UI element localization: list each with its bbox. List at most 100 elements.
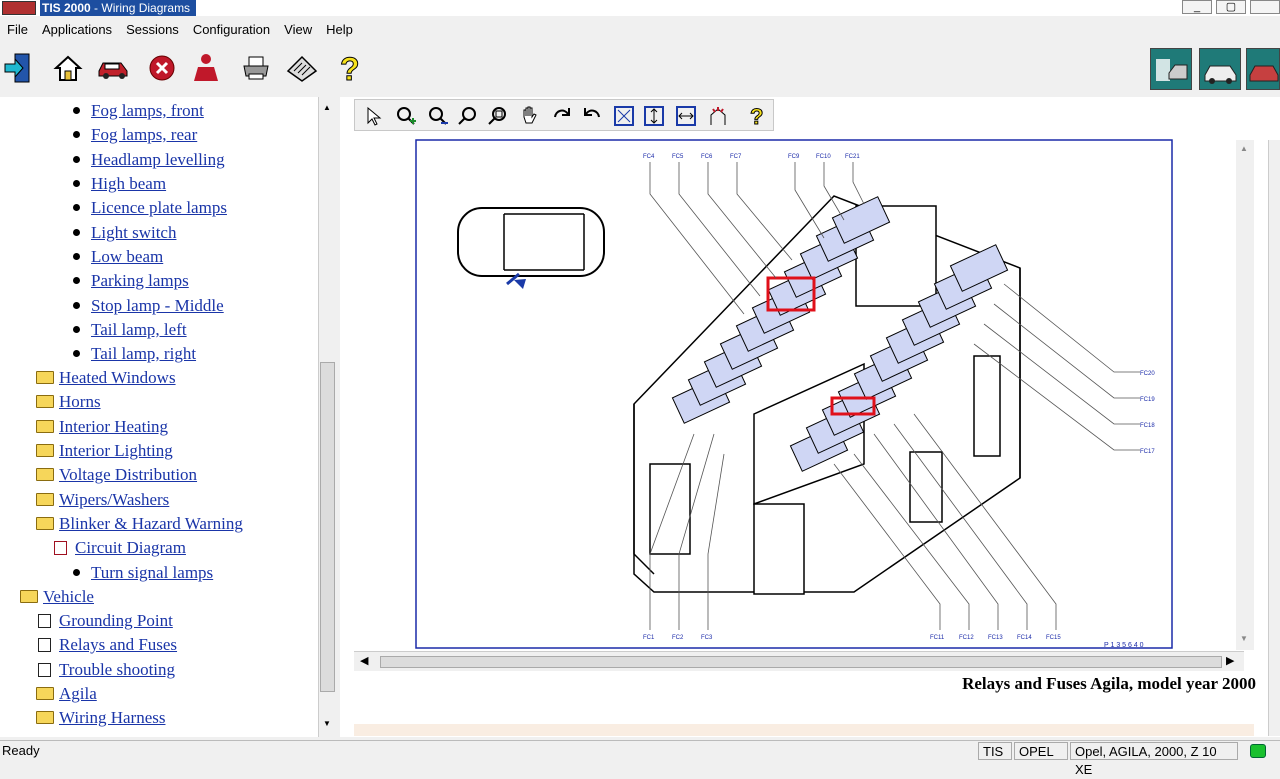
label-fc17: FC17 xyxy=(1140,449,1155,455)
scroll-down-arrow-icon[interactable]: ▼ xyxy=(1240,634,1248,643)
bullet-icon xyxy=(73,569,80,576)
fit-height-icon[interactable] xyxy=(641,103,667,129)
tree-item-turn-signal-lamps[interactable]: Turn signal lamps xyxy=(91,561,213,585)
tree-folder-wipers-washers[interactable]: Wipers/Washers xyxy=(59,488,169,512)
bullet-icon xyxy=(73,107,80,114)
scroll-down-arrow-icon[interactable]: ▼ xyxy=(323,719,331,728)
tree-item-licence-plate-lamps[interactable]: Licence plate lamps xyxy=(91,196,227,220)
bullet-icon xyxy=(73,156,80,163)
fit-width-icon[interactable] xyxy=(673,103,699,129)
fit-page-icon[interactable] xyxy=(611,103,637,129)
tree-item-tail-lamp-left[interactable]: Tail lamp, left xyxy=(91,318,187,342)
tree-item-headlamp-levelling[interactable]: Headlamp levelling xyxy=(91,148,225,172)
tree-scroll-thumb[interactable] xyxy=(320,362,335,692)
document-icon xyxy=(38,614,51,628)
folder-icon xyxy=(36,687,54,700)
vehicle-service-button[interactable] xyxy=(1246,48,1280,90)
svg-text:?: ? xyxy=(340,51,360,85)
diagram-toolbar: ? xyxy=(354,99,774,131)
app-logo-icon xyxy=(2,1,36,15)
tree-folder-vehicle[interactable]: Vehicle xyxy=(43,585,94,609)
tree-item-low-beam[interactable]: Low beam xyxy=(91,245,163,269)
pan-hand-icon[interactable] xyxy=(517,103,543,129)
print-icon[interactable] xyxy=(238,50,274,86)
menu-applications[interactable]: Applications xyxy=(35,22,119,37)
bullet-icon xyxy=(73,277,80,284)
bullet-icon xyxy=(73,350,80,357)
label-fc12: FC12 xyxy=(959,635,974,641)
scroll-right-arrow-icon[interactable]: ▶ xyxy=(1226,654,1234,667)
label-fc21: FC21 xyxy=(845,154,860,160)
menu-view[interactable]: View xyxy=(277,22,319,37)
menu-help[interactable]: Help xyxy=(319,22,360,37)
maximize-button[interactable]: ▢ xyxy=(1216,0,1246,14)
tree-folder-interior-heating[interactable]: Interior Heating xyxy=(59,415,168,439)
vehicle-config-button[interactable] xyxy=(1199,48,1241,90)
tree-folder-horns[interactable]: Horns xyxy=(59,390,101,414)
user-icon[interactable] xyxy=(188,50,224,86)
menu-sessions[interactable]: Sessions xyxy=(119,22,186,37)
quick-diagnose-button[interactable] xyxy=(1150,48,1192,90)
help-icon[interactable]: ? xyxy=(332,50,368,86)
tree-item-circuit-diagram[interactable]: Circuit Diagram xyxy=(75,536,186,560)
vehicle-icon[interactable] xyxy=(96,50,132,86)
tree-item-fog-lamps-front[interactable]: Fog lamps, front xyxy=(91,99,204,123)
scroll-up-arrow-icon[interactable]: ▲ xyxy=(323,103,331,112)
tree-folder-voltage-distribution[interactable]: Voltage Distribution xyxy=(59,463,197,487)
bullet-icon xyxy=(73,302,80,309)
diagram-hscrollbar[interactable]: ◀ ▶ xyxy=(354,651,1244,671)
title-bar: TIS 2000 - Wiring Diagrams _ ▢ xyxy=(0,0,1280,16)
stop-icon[interactable] xyxy=(144,50,180,86)
diagram-hscroll-thumb[interactable] xyxy=(380,656,1222,668)
minimize-button[interactable]: _ xyxy=(1182,0,1212,14)
tree-folder-interior-lighting[interactable]: Interior Lighting xyxy=(59,439,173,463)
diagram-help-icon[interactable]: ? xyxy=(743,103,769,129)
folder-icon xyxy=(36,420,54,433)
menu-configuration[interactable]: Configuration xyxy=(186,22,277,37)
label-fc15: FC15 xyxy=(1046,635,1061,641)
label-fc19: FC19 xyxy=(1140,397,1155,403)
zoom-in-icon[interactable] xyxy=(393,103,419,129)
notes-icon[interactable] xyxy=(284,50,320,86)
diagram-caption: Relays and Fuses Agila, model year 2000 xyxy=(962,674,1256,693)
tree-item-tail-lamp-right[interactable]: Tail lamp, right xyxy=(91,342,196,366)
zoom-out-icon[interactable] xyxy=(425,103,451,129)
exit-icon[interactable] xyxy=(2,50,38,86)
label-fc20: FC20 xyxy=(1140,371,1155,377)
tree-folder-heated-windows[interactable]: Heated Windows xyxy=(59,366,176,390)
tree-item-trouble-shooting[interactable]: Trouble shooting xyxy=(59,658,175,682)
page-vscrollbar[interactable] xyxy=(1268,140,1280,736)
zoom-icon[interactable] xyxy=(455,103,481,129)
tree-scrollbar[interactable]: ▲ ▼ xyxy=(318,97,336,737)
tree-item-relays-and-fuses[interactable]: Relays and Fuses xyxy=(59,633,177,657)
folder-open-icon xyxy=(36,517,54,530)
highlight-icon[interactable] xyxy=(705,103,731,129)
scroll-left-arrow-icon[interactable]: ◀ xyxy=(360,654,368,667)
zoom-window-icon[interactable] xyxy=(485,103,511,129)
car-location-icon xyxy=(457,207,605,289)
tree-folder-wiring-harness[interactable]: Wiring Harness xyxy=(59,706,165,730)
tree-item-grounding-point[interactable]: Grounding Point xyxy=(59,609,173,633)
label-fc4: FC4 xyxy=(643,154,655,160)
tree-item-stop-lamp-middle[interactable]: Stop lamp - Middle xyxy=(91,294,224,318)
status-ready: Ready xyxy=(2,743,40,758)
wiring-diagram-view[interactable]: FC4 FC5 FC6 FC7 FC9 FC10 FC21 FC20 FC19 … xyxy=(354,134,1254,650)
folder-icon xyxy=(36,395,54,408)
menu-file[interactable]: File xyxy=(0,22,35,37)
tree-item-high-beam[interactable]: High beam xyxy=(91,172,166,196)
info-strip xyxy=(354,724,1254,736)
folder-icon xyxy=(36,493,54,506)
rotate-ccw-icon[interactable] xyxy=(579,103,605,129)
tree-folder-blinker-hazard-warning[interactable]: Blinker & Hazard Warning xyxy=(59,512,243,536)
tree-folder-agila[interactable]: Agila xyxy=(59,682,97,706)
tree-item-parking-lamps[interactable]: Parking lamps xyxy=(91,269,189,293)
close-window-button[interactable] xyxy=(1250,0,1280,14)
diagram-ref-code: P 1 3 5 6 4 0 xyxy=(1104,642,1144,649)
diagram-vscrollbar[interactable]: ▲ ▼ xyxy=(1236,140,1254,650)
tree-item-fog-lamps-rear[interactable]: Fog lamps, rear xyxy=(91,123,197,147)
tree-item-light-switch[interactable]: Light switch xyxy=(91,221,176,245)
home-icon[interactable] xyxy=(50,50,86,86)
pointer-icon[interactable] xyxy=(361,103,387,129)
rotate-cw-icon[interactable] xyxy=(549,103,575,129)
scroll-up-arrow-icon[interactable]: ▲ xyxy=(1240,144,1248,153)
